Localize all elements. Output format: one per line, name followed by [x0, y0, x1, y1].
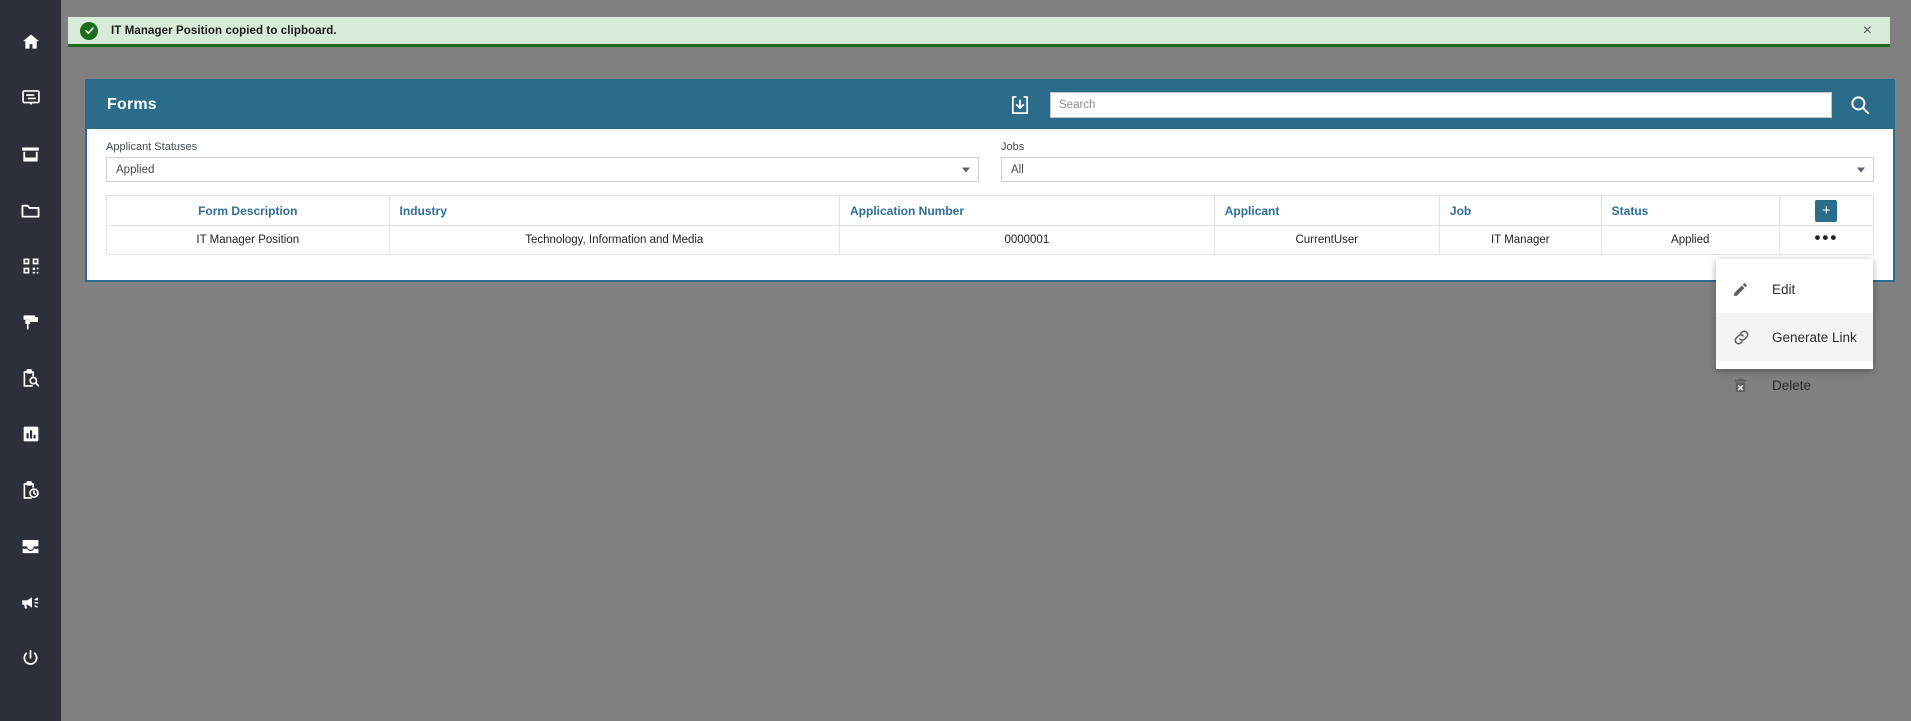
store-icon — [20, 144, 41, 165]
forms-table: Form Description Industry Application Nu… — [106, 195, 1875, 255]
column-header-job[interactable]: Job — [1438, 195, 1602, 226]
filter-label-jobs: Jobs — [1001, 141, 1025, 153]
sidebar-item-store[interactable] — [0, 126, 61, 182]
cell-industry: Technology, Information and Media — [388, 225, 841, 255]
card-header: Forms — [87, 81, 1893, 129]
filter-bar: Applicant Statuses Applied Jobs All — [87, 129, 1893, 182]
search-icon[interactable] — [1849, 94, 1871, 116]
messages-icon — [21, 88, 41, 108]
sidebar — [0, 0, 61, 721]
row-menu-button[interactable]: ••• — [1814, 229, 1838, 246]
sidebar-item-inbox[interactable] — [0, 518, 61, 574]
filter-applicant-statuses: Applicant Statuses Applied — [106, 141, 979, 182]
check-circle-icon — [80, 21, 98, 40]
row-context-menu: Edit Generate Link Delete — [1716, 259, 1873, 393]
search-input[interactable] — [1050, 92, 1832, 118]
clipboard-search-icon — [20, 368, 41, 389]
column-header-actions: + — [1778, 195, 1875, 226]
link-icon — [1732, 328, 1758, 347]
cell-job: IT Manager — [1438, 225, 1602, 255]
context-menu-label-delete: Delete — [1772, 377, 1812, 393]
qr-code-icon — [21, 256, 41, 276]
alert-banner: IT Manager Position copied to clipboard.… — [68, 17, 1890, 47]
context-menu-item-delete[interactable]: Delete — [1716, 361, 1873, 409]
chart-bar-icon — [21, 424, 41, 444]
header-actions — [1009, 92, 1871, 118]
column-header-industry[interactable]: Industry — [388, 195, 841, 226]
column-header-applicant[interactable]: Applicant — [1213, 195, 1440, 226]
chevron-down-icon — [962, 167, 970, 172]
applicant-statuses-value: Applied — [116, 163, 155, 176]
cell-application-number: 0000001 — [839, 225, 1215, 255]
forms-table-container: Form Description Industry Application Nu… — [87, 182, 1893, 255]
cell-status: Applied — [1600, 225, 1780, 255]
cell-form-description: IT Manager Position — [106, 225, 390, 255]
sidebar-item-clipboard-clock[interactable] — [0, 462, 61, 518]
sidebar-item-power[interactable] — [0, 630, 61, 686]
trash-icon — [1732, 377, 1758, 394]
sidebar-item-megaphone[interactable] — [0, 574, 61, 630]
applicant-statuses-select[interactable]: Applied — [106, 157, 979, 182]
sidebar-item-paint-roller[interactable] — [0, 294, 61, 350]
folder-icon — [20, 200, 41, 221]
context-menu-item-edit[interactable]: Edit — [1716, 265, 1873, 313]
filter-jobs: Jobs All — [1001, 141, 1874, 182]
inbox-icon — [20, 536, 41, 557]
table-header-row: Form Description Industry Application Nu… — [106, 195, 1875, 226]
table-row: IT Manager Position Technology, Informat… — [106, 225, 1875, 255]
column-header-application-number[interactable]: Application Number — [839, 195, 1215, 226]
cell-applicant: CurrentUser — [1213, 225, 1440, 255]
jobs-select[interactable]: All — [1001, 157, 1874, 182]
column-header-status[interactable]: Status — [1600, 195, 1780, 226]
sidebar-item-clipboard-search[interactable] — [0, 350, 61, 406]
context-menu-label-edit: Edit — [1772, 281, 1796, 297]
context-menu-item-generate-link[interactable]: Generate Link — [1716, 313, 1873, 361]
jobs-value: All — [1011, 163, 1024, 176]
alert-message: IT Manager Position copied to clipboard. — [111, 24, 337, 37]
sidebar-item-messages[interactable] — [0, 70, 61, 126]
clipboard-clock-icon — [20, 480, 41, 501]
filter-label-applicant-statuses: Applicant Statuses — [106, 141, 198, 153]
app-root: IT Manager Position copied to clipboard.… — [0, 0, 1911, 721]
export-download-icon[interactable] — [1009, 94, 1031, 116]
pencil-icon — [1732, 281, 1758, 298]
paint-roller-icon — [21, 312, 41, 332]
page-title: Forms — [107, 96, 157, 113]
forms-card: Forms Applicant Statuses Applied — [85, 79, 1895, 282]
chevron-down-icon — [1857, 167, 1865, 172]
sidebar-item-folder[interactable] — [0, 182, 61, 238]
column-header-form-description[interactable]: Form Description — [106, 195, 390, 226]
home-icon — [21, 32, 41, 52]
sidebar-item-chart-bar[interactable] — [0, 406, 61, 462]
power-icon — [20, 648, 41, 669]
close-icon[interactable]: × — [1857, 21, 1878, 41]
sidebar-item-qr-code[interactable] — [0, 238, 61, 294]
context-menu-label-generate-link: Generate Link — [1772, 329, 1857, 345]
megaphone-icon — [20, 592, 41, 613]
sidebar-item-home[interactable] — [0, 14, 61, 70]
cell-actions: ••• — [1778, 225, 1875, 255]
add-form-button[interactable]: + — [1815, 199, 1838, 222]
